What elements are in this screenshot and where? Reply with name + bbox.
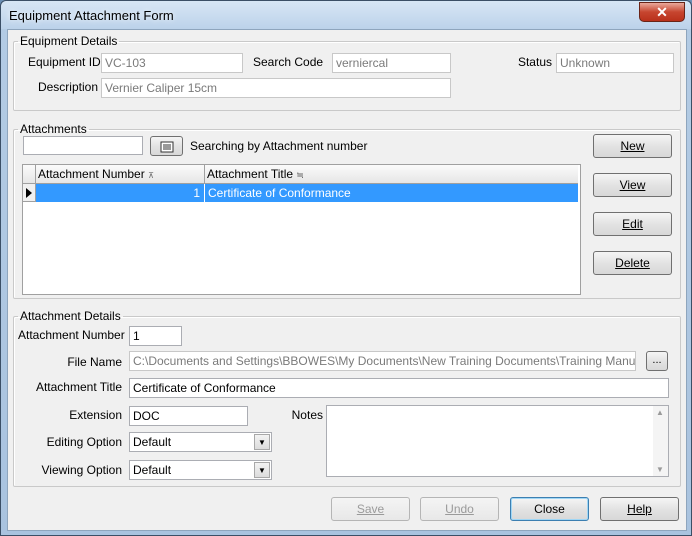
sort-icon: ⊼ (148, 171, 154, 180)
view-button-label: View (619, 178, 646, 192)
search-mode-icon (160, 141, 173, 153)
title-bar: Equipment Attachment Form ✕ (1, 1, 691, 29)
column-header-title[interactable]: Attachment Title ≒ (205, 165, 578, 184)
help-button[interactable]: Help (600, 497, 679, 521)
search-mode-button[interactable] (150, 136, 183, 156)
new-button[interactable]: New (593, 134, 672, 158)
viewing-option-label: Viewing Option (41, 463, 123, 477)
file-name-field[interactable]: C:\Documents and Settings\BBOWES\My Docu… (129, 351, 636, 371)
status-label: Status (517, 55, 552, 69)
scroll-down-icon[interactable]: ▼ (656, 465, 664, 474)
row-pointer-icon (26, 188, 32, 198)
attachment-number-label: Attachment Number (18, 328, 125, 342)
file-name-label: File Name (67, 355, 122, 369)
close-button-label: Close (534, 502, 565, 516)
row-indicator[interactable] (23, 184, 36, 202)
window-title: Equipment Attachment Form (9, 8, 174, 23)
chevron-down-icon[interactable]: ▼ (254, 434, 270, 450)
attachment-title-field[interactable]: Certificate of Conformance (129, 378, 669, 398)
attachments-grid[interactable]: Attachment Number ⊼ Attachment Title ≒ 1… (22, 164, 581, 295)
notes-textarea[interactable] (326, 405, 669, 477)
scroll-up-icon[interactable]: ▲ (656, 408, 664, 417)
delete-button-label: Delete (615, 256, 650, 270)
viewing-option-select[interactable]: Default ▼ (129, 460, 272, 480)
attachments-legend: Attachments (20, 122, 87, 136)
search-mode-text: Searching by Attachment number (190, 139, 368, 153)
editing-option-select[interactable]: Default ▼ (129, 432, 272, 452)
equipment-id-label: Equipment ID (28, 55, 101, 69)
column-header-number[interactable]: Attachment Number ⊼ (36, 165, 205, 184)
save-button-label: Save (356, 502, 385, 516)
editing-option-value: Default (133, 435, 172, 449)
notes-label: Notes (291, 408, 323, 422)
edit-button[interactable]: Edit (593, 212, 672, 236)
column-header-number-label: Attachment Number (38, 167, 145, 181)
undo-button-label: Undo (445, 502, 474, 516)
save-button[interactable]: Save (331, 497, 410, 521)
close-button[interactable]: Close (510, 497, 589, 521)
attachment-details-legend: Attachment Details (20, 309, 121, 323)
undo-button[interactable]: Undo (420, 497, 499, 521)
equipment-id-field[interactable]: VC-103 (101, 53, 243, 73)
status-field[interactable]: Unknown (556, 53, 674, 73)
attachment-number-field[interactable]: 1 (129, 326, 182, 346)
delete-button[interactable]: Delete (593, 251, 672, 275)
description-label: Description (37, 80, 98, 94)
extension-field[interactable]: DOC (129, 406, 248, 426)
row-title-cell: Certificate of Conformance (208, 186, 351, 200)
new-button-label: New (620, 139, 645, 153)
view-button[interactable]: View (593, 173, 672, 197)
table-row[interactable]: 1 Certificate of Conformance (36, 184, 578, 202)
viewing-option-value: Default (133, 463, 172, 477)
window-close-button[interactable]: ✕ (639, 2, 685, 22)
attachment-search-input[interactable] (23, 136, 143, 155)
edit-button-label: Edit (622, 217, 643, 231)
grid-corner-header (23, 165, 36, 184)
help-button-label: Help (627, 502, 652, 516)
attachment-title-label: Attachment Title (35, 380, 122, 394)
cell-divider (204, 184, 205, 202)
search-code-field[interactable]: verniercal (332, 53, 451, 73)
extension-label: Extension (69, 408, 122, 422)
filter-icon: ≒ (296, 170, 304, 180)
form-client-area: Equipment Details Equipment ID VC-103 Se… (7, 29, 687, 531)
chevron-down-icon[interactable]: ▼ (254, 462, 270, 478)
row-number-cell: 1 (193, 186, 200, 200)
search-code-label: Search Code (253, 55, 324, 69)
editing-option-label: Editing Option (46, 435, 122, 449)
browse-button[interactable]: ... (646, 351, 668, 371)
column-header-title-label: Attachment Title (207, 167, 294, 181)
equipment-details-legend: Equipment Details (20, 34, 118, 48)
equipment-attachment-window: Equipment Attachment Form ✕ Equipment De… (0, 0, 692, 536)
notes-scrollbar[interactable]: ▲ ▼ (653, 406, 668, 476)
description-field[interactable]: Vernier Caliper 15cm (101, 78, 451, 98)
